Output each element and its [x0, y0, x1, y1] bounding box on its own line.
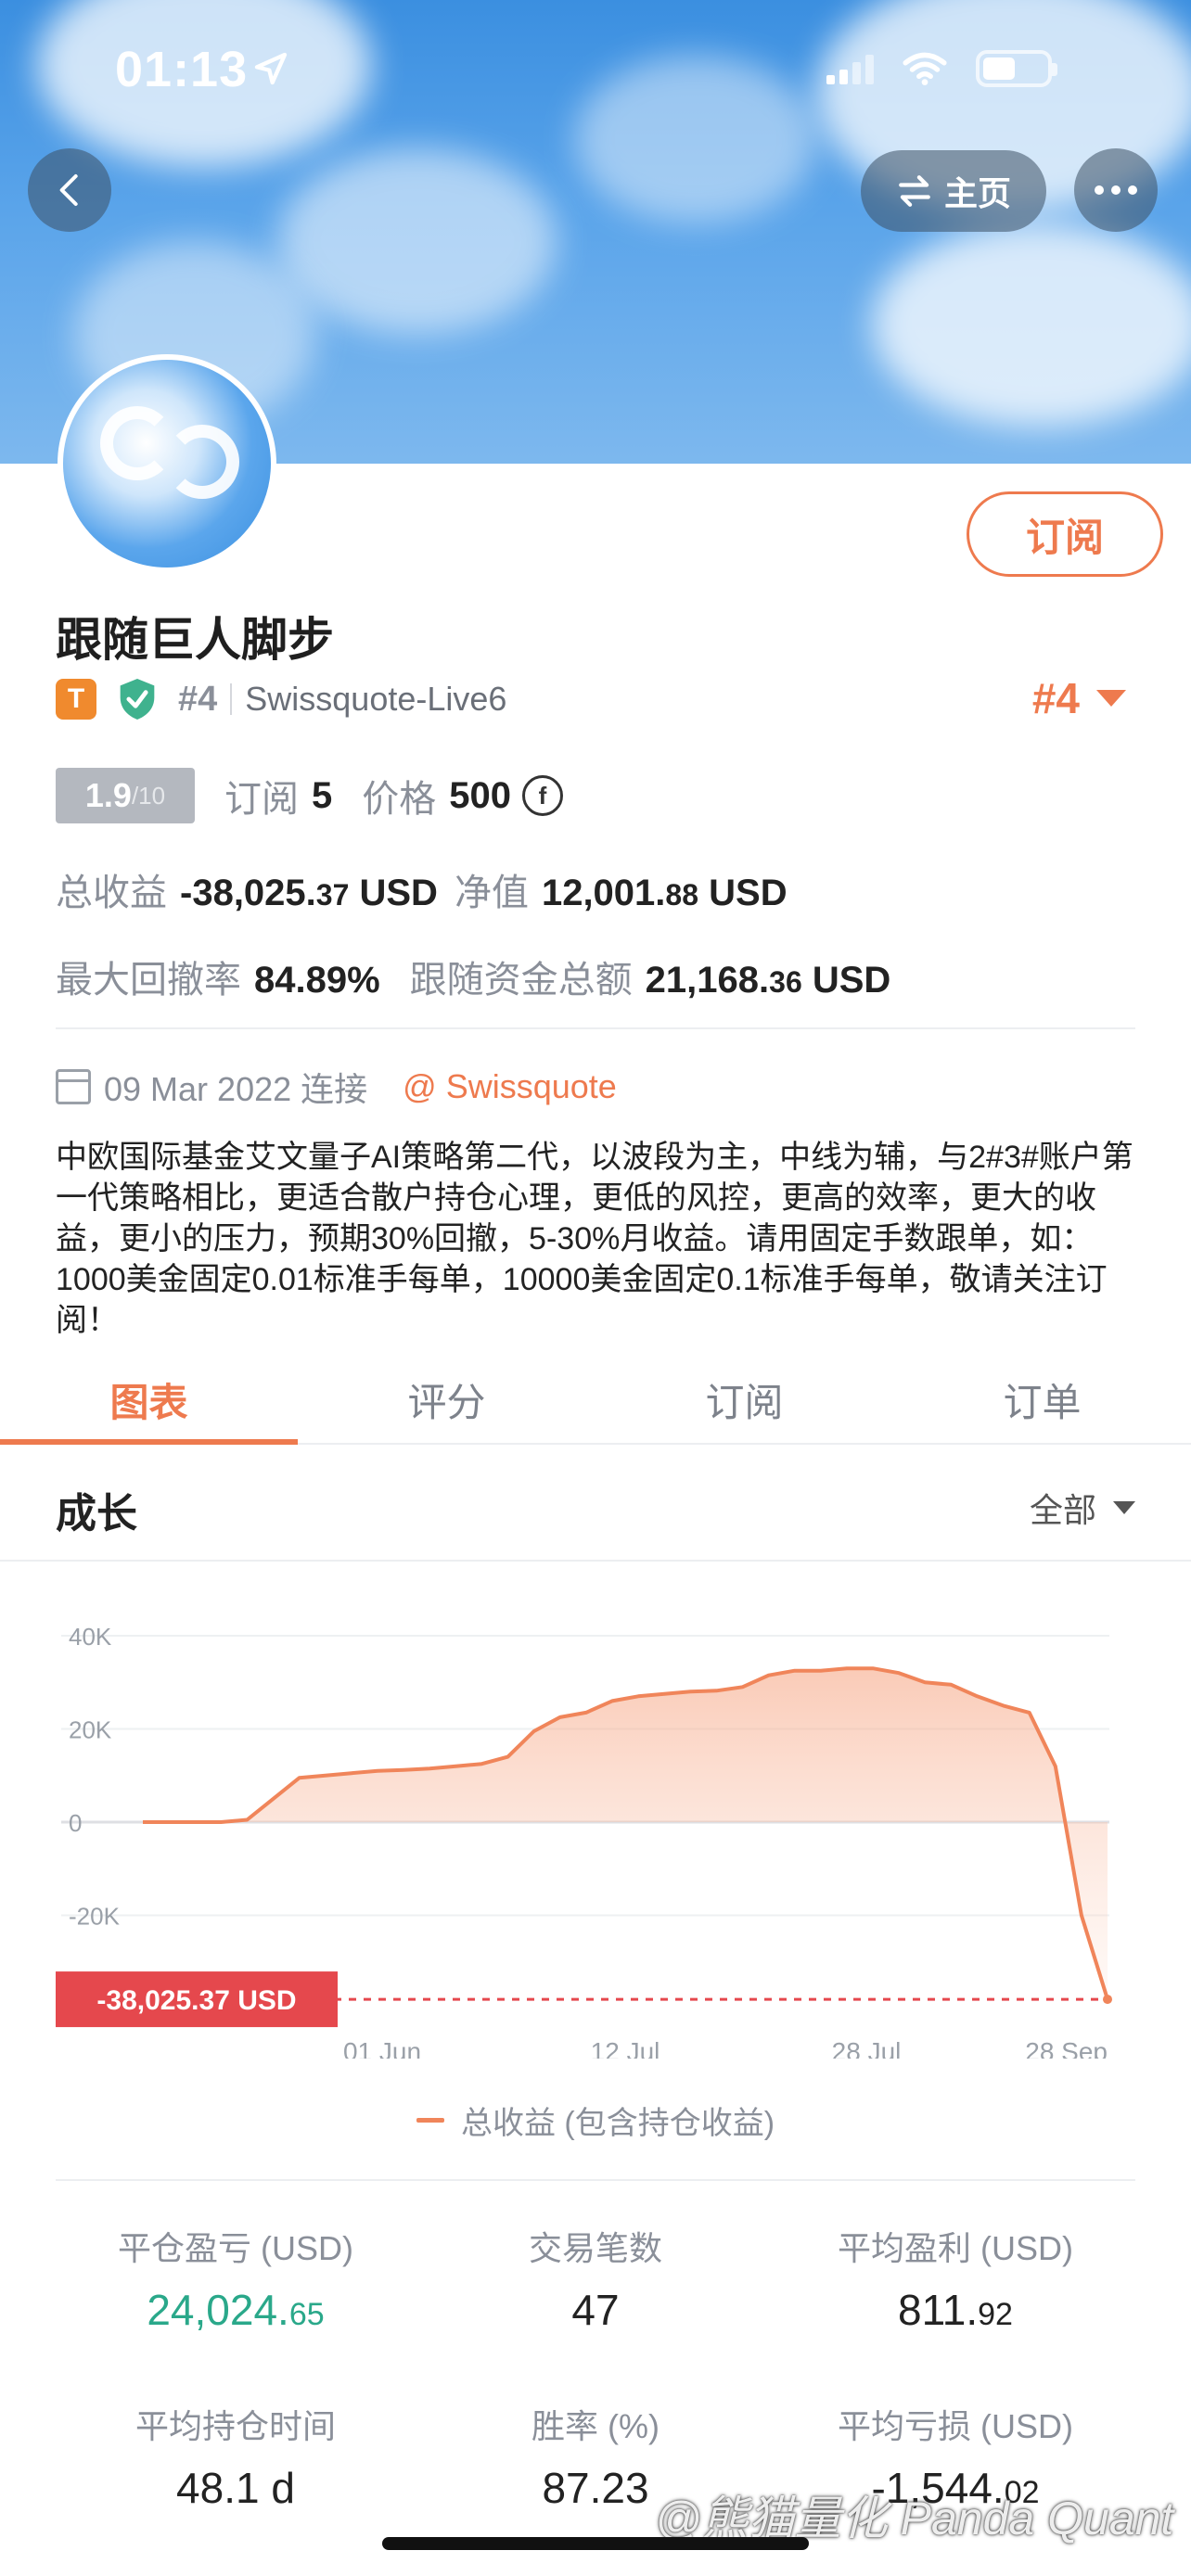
- home-button-label: 主页: [943, 174, 1011, 212]
- growth-title: 成长: [56, 1491, 137, 1537]
- battery-icon: [976, 50, 1057, 87]
- kpi-trade-count: 交易笔数 47: [416, 2222, 775, 2335]
- kpi-value: 47: [571, 2286, 620, 2334]
- tab-orders[interactable]: 订单: [893, 1356, 1191, 1443]
- broker-account: Swissquote-Live6: [245, 680, 507, 718]
- kpi-label: 平均持仓时间: [134, 2407, 336, 2445]
- more-dot-icon: [1111, 185, 1121, 195]
- max-drawdown-label: 最大回撤率: [56, 960, 241, 1001]
- kpi-value: 811.92: [898, 2286, 1013, 2334]
- growth-header: 成长 全部: [0, 1447, 1191, 1562]
- total-profit-label: 总收益: [56, 873, 167, 913]
- more-dot-icon: [1095, 185, 1104, 195]
- triangle-down-icon: [1113, 1501, 1135, 1514]
- max-drawdown-value: 84.89%: [254, 960, 380, 1001]
- tab-chart[interactable]: 图表: [0, 1356, 298, 1445]
- verified-shield-icon: [120, 679, 155, 720]
- cellular-signal-icon: [826, 53, 874, 84]
- equity-label: 净值: [454, 873, 529, 913]
- broker-link[interactable]: @ Swissquote: [403, 1067, 617, 1106]
- equity-value: 12,001.88 USD: [541, 873, 788, 913]
- kpi-label: 胜率 (%): [531, 2407, 660, 2445]
- current-value-label: -38,025.37 USD: [96, 1985, 296, 2016]
- avatar: [58, 354, 276, 573]
- score-badge: 1.9/10: [56, 768, 195, 823]
- tab-rating[interactable]: 评分: [298, 1356, 596, 1443]
- rank-dropdown[interactable]: #4: [1032, 673, 1126, 723]
- tab-subscribe[interactable]: 订阅: [596, 1356, 893, 1443]
- connection-date: 09 Mar 2022 连接: [104, 1070, 368, 1108]
- y-tick-label: -20K: [69, 1903, 121, 1931]
- series-point: [1103, 1995, 1112, 2005]
- growth-chart: 40K 20K 0 -20K -38,025.37 USD 01 Jun 12 Jul 28…: [56, 1623, 1112, 2059]
- home-indicator[interactable]: [382, 2537, 809, 2550]
- subscribe-count: 5: [312, 774, 333, 816]
- chart-legend: 总收益 (包含持仓收益): [0, 2098, 1191, 2143]
- divider: [56, 2179, 1135, 2181]
- signal-name: 跟随巨人脚步: [56, 614, 334, 666]
- kpi-label: 交易笔数: [528, 2229, 662, 2267]
- range-filter-label: 全部: [1029, 1491, 1096, 1529]
- status-time: 01:13: [115, 42, 249, 97]
- connection-row: 09 Mar 2022 连接 @ Swissquote: [56, 1065, 617, 1109]
- signal-meta: T #4 Swissquote-Live6: [56, 677, 506, 721]
- total-profit-value: -38,025.37 USD: [180, 873, 438, 913]
- kpi-closed-pnl: 平仓盈亏 (USD) 24,024.65: [56, 2222, 416, 2335]
- kpi-label: 平仓盈亏 (USD): [118, 2229, 353, 2267]
- profit-row: 总收益 -38,025.37 USD 净值 12,001.88 USD: [56, 862, 788, 916]
- drawdown-row: 最大回撤率 84.89% 跟随资金总额 21,168.36 USD: [56, 950, 890, 1003]
- kpi-avg-hold-time: 平均持仓时间 48.1 d: [56, 2400, 416, 2513]
- follow-funds-value: 21,168.36 USD: [645, 960, 891, 1001]
- coin-icon: f: [522, 775, 563, 816]
- divider: [56, 1027, 1135, 1029]
- kpi-value: 48.1 d: [176, 2464, 295, 2512]
- back-button[interactable]: [28, 148, 111, 232]
- tab-bar: 图表 评分 订阅 订单: [0, 1356, 1191, 1445]
- x-tick-label: 12 Jul: [591, 2037, 660, 2059]
- range-filter-dropdown[interactable]: 全部: [1030, 1484, 1135, 1532]
- swap-arrows-icon: [899, 175, 930, 207]
- score-total: /10: [131, 781, 166, 810]
- legend-label: 总收益 (包含持仓收益): [460, 2106, 775, 2141]
- wifi-icon: [903, 52, 947, 85]
- x-tick-label: 01 Jun: [343, 2037, 421, 2059]
- triangle-down-icon: [1096, 690, 1126, 707]
- kpi-value: 24,024.65: [147, 2286, 325, 2334]
- y-tick-label: 40K: [69, 1623, 112, 1651]
- score-value: 1.9: [84, 776, 132, 814]
- home-button[interactable]: 主页: [861, 150, 1046, 232]
- legend-swatch: [416, 2118, 444, 2123]
- y-tick-label: 0: [69, 1809, 82, 1837]
- trader-badge: T: [56, 679, 96, 720]
- divider: [230, 683, 233, 715]
- kpi-avg-profit: 平均盈利 (USD) 811.92: [775, 2222, 1135, 2335]
- price-label: 价格: [362, 779, 437, 820]
- signal-description: 中欧国际基金艾文量子AI策略第二代，以波段为主，中线为辅，与2#3#账户第一代策…: [56, 1140, 1133, 1338]
- follow-funds-label: 跟随资金总额: [409, 960, 633, 1001]
- chevron-left-icon: [59, 174, 78, 206]
- y-tick-label: 20K: [69, 1716, 112, 1744]
- series-area: [143, 1668, 1108, 2000]
- more-dot-icon: [1128, 185, 1137, 195]
- calendar-icon: [56, 1069, 91, 1104]
- location-arrow-icon: [254, 52, 288, 85]
- x-tick-label: 28 Sep: [1025, 2037, 1108, 2059]
- subscribe-count-label: 订阅: [224, 779, 299, 820]
- rank-value: #4: [1031, 674, 1080, 722]
- more-button[interactable]: [1074, 148, 1158, 232]
- price-value: 500: [449, 774, 511, 816]
- rank-tag: #4: [178, 679, 218, 719]
- x-tick-label: 28 Jul: [832, 2037, 902, 2059]
- subscribe-button[interactable]: 订阅: [967, 491, 1163, 577]
- kpi-label: 平均亏损 (USD): [838, 2407, 1073, 2445]
- kpi-label: 平均盈利 (USD): [838, 2229, 1073, 2267]
- score-row: 1.9/10 订阅 5 价格 500 f: [56, 768, 563, 823]
